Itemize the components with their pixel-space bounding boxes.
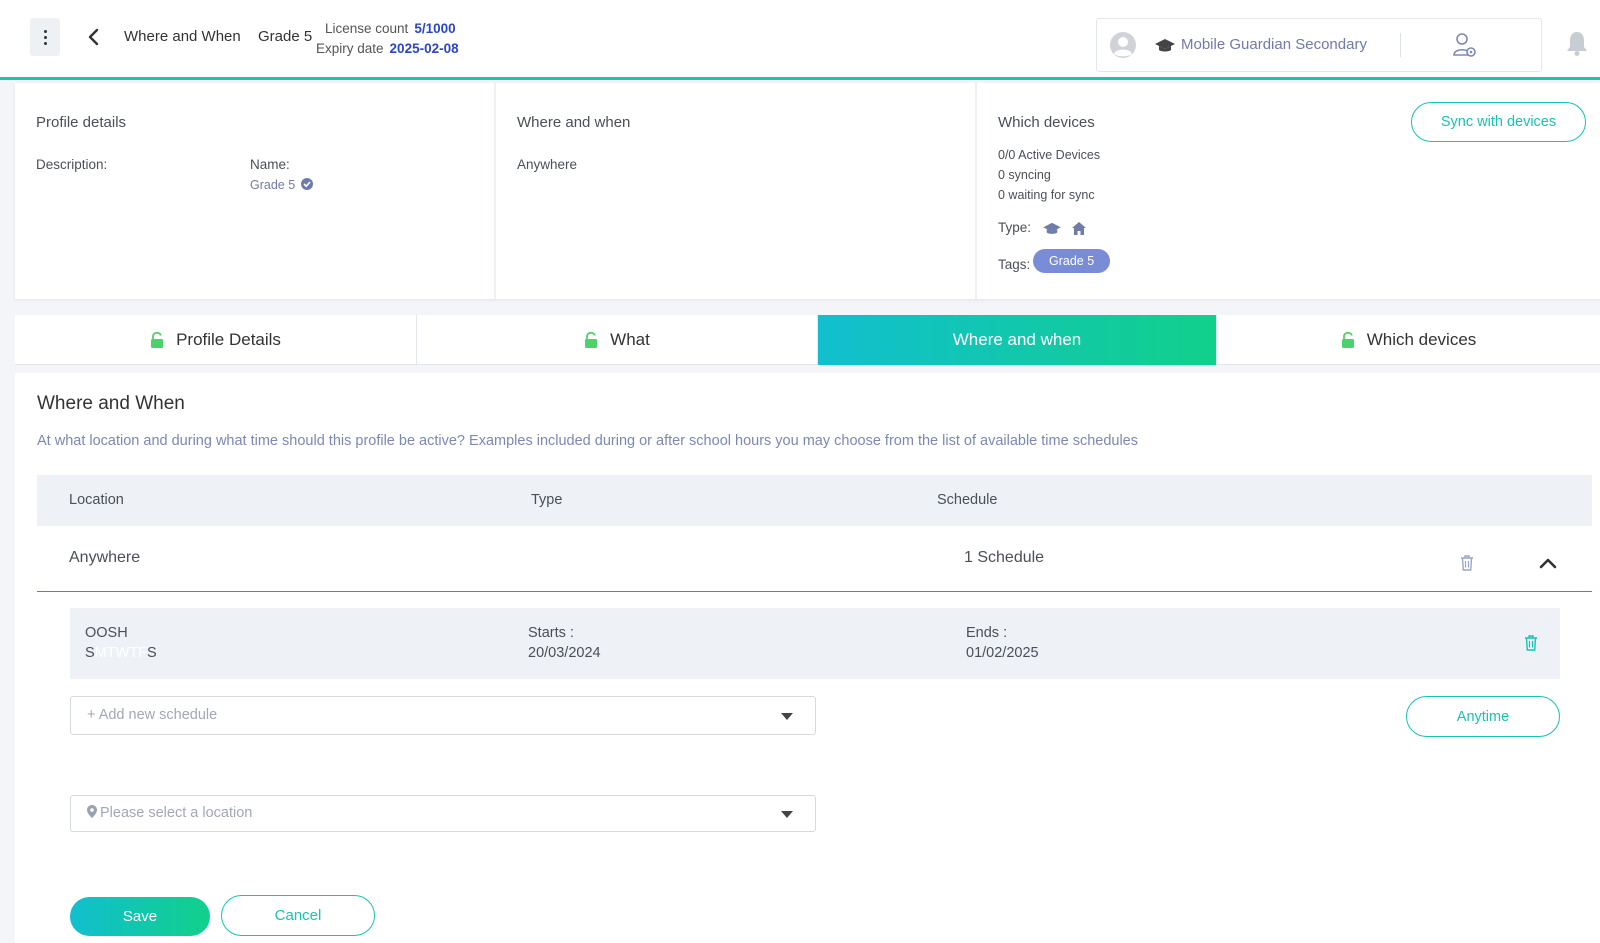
tab-label: Profile Details xyxy=(176,330,281,349)
divider xyxy=(1400,33,1401,57)
column-location: Location xyxy=(69,492,124,508)
chevron-up-icon[interactable] xyxy=(1539,557,1557,569)
profile-name-value: Grade 5 xyxy=(250,178,296,192)
graduation-cap-icon xyxy=(1155,39,1175,52)
cancel-button[interactable]: Cancel xyxy=(221,895,375,936)
starts-label: Starts : xyxy=(528,625,574,641)
breadcrumb-page: Where and When xyxy=(124,28,241,45)
expiry-label: Expiry date xyxy=(316,41,384,56)
name-value-wrap: Grade 5 xyxy=(250,178,313,192)
license-count-label: License count xyxy=(325,21,409,36)
license-info: License count 5/1000 Expiry date 2025-02-0… xyxy=(316,19,459,59)
profile-summary: Profile details Description: Name: Grade… xyxy=(15,83,1600,299)
trash-icon[interactable] xyxy=(1460,555,1474,571)
tab-label: Where and when xyxy=(952,330,1082,349)
school-selector[interactable]: Mobile Guardian Secondary xyxy=(1096,18,1542,72)
row-location: Anywhere xyxy=(69,549,141,566)
license-count-value: 5/1000 xyxy=(414,21,456,36)
day-wednesday: W xyxy=(115,645,130,661)
school-name: Mobile Guardian Secondary xyxy=(1181,36,1367,53)
row-schedule-count: 1 Schedule xyxy=(964,549,1045,566)
bell-icon[interactable] xyxy=(1566,30,1588,56)
day-friday: F xyxy=(138,645,148,661)
tab-which-devices[interactable]: Which devices xyxy=(1216,315,1600,365)
trash-icon[interactable] xyxy=(1524,635,1538,651)
name-label: Name: xyxy=(250,157,290,172)
tags-label: Tags: xyxy=(998,257,1031,272)
unlock-icon xyxy=(151,332,164,348)
add-schedule-placeholder: + Add new schedule xyxy=(87,707,218,723)
graduation-cap-icon xyxy=(1043,222,1061,234)
chevron-left-icon[interactable] xyxy=(84,26,104,48)
where-and-when-panel: Where and When At what location and duri… xyxy=(15,373,1600,943)
profile-details-title: Profile details xyxy=(36,114,127,131)
ends-value: 01/02/2025 xyxy=(966,645,1039,661)
panel-title: Where and When xyxy=(37,393,185,414)
which-devices-title: Which devices xyxy=(998,114,1095,131)
syncing-count: 0 syncing xyxy=(998,168,1051,182)
kebab-icon xyxy=(43,28,47,46)
schedule-name: OOSH xyxy=(85,625,128,641)
home-icon xyxy=(1072,222,1086,235)
caret-down-icon xyxy=(781,713,793,720)
day-tuesday: T xyxy=(106,645,116,661)
unlock-icon xyxy=(1341,332,1354,348)
anytime-button[interactable]: Anytime xyxy=(1406,696,1560,737)
tab-label: What xyxy=(610,330,650,349)
tab-profile-details[interactable]: Profile Details xyxy=(15,315,416,365)
user-settings-icon[interactable] xyxy=(1453,32,1477,58)
breadcrumb-profile: Grade 5 xyxy=(258,28,313,45)
which-devices-card: Which devices Sync with devices 0/0 Acti… xyxy=(975,83,1600,299)
table-row[interactable]: Anywhere 1 Schedule xyxy=(37,526,1592,592)
caret-down-icon xyxy=(781,811,793,818)
where-when-title: Where and when xyxy=(517,114,631,131)
panel-description: At what location and during what time sh… xyxy=(37,433,1138,449)
day-thursday: T xyxy=(129,645,139,661)
profile-tabs: Profile Details What Where and when Whic… xyxy=(15,315,1600,365)
location-placeholder-wrap: Please select a location xyxy=(87,805,252,821)
schedule-end-block: Ends : 01/02/2025 xyxy=(966,623,1039,663)
starts-value: 20/03/2024 xyxy=(528,645,601,661)
tab-what[interactable]: What xyxy=(416,315,817,365)
unlock-icon xyxy=(585,332,598,348)
active-devices: 0/0 Active Devices xyxy=(998,148,1101,162)
map-pin-icon xyxy=(87,805,97,818)
location-placeholder: Please select a location xyxy=(100,805,253,821)
schedule-item: OOSH SMTWTFS Starts : 20/03/2024 Ends : … xyxy=(70,608,1560,679)
schedule-start-block: Starts : 20/03/2024 xyxy=(528,623,601,663)
tab-label: Which devices xyxy=(1366,330,1477,349)
expiry-value: 2025-02-08 xyxy=(389,41,459,56)
save-button[interactable]: Save xyxy=(70,897,210,936)
menu-kebab-button[interactable] xyxy=(30,18,60,56)
column-schedule: Schedule xyxy=(937,492,998,508)
where-value: Anywhere xyxy=(517,157,578,172)
profile-details-card: Profile details Description: Name: Grade… xyxy=(15,83,494,299)
day-saturday: S xyxy=(147,645,157,661)
add-schedule-select[interactable]: + Add new schedule xyxy=(70,696,816,735)
sync-with-devices-button[interactable]: Sync with devices xyxy=(1411,102,1586,142)
check-circle-icon xyxy=(300,178,313,190)
type-label: Type: xyxy=(998,220,1032,235)
ends-label: Ends : xyxy=(966,625,1008,641)
description-label: Description: xyxy=(36,157,108,172)
waiting-count: 0 waiting for sync xyxy=(998,188,1095,202)
where-when-card: Where and when Anywhere xyxy=(494,83,975,299)
schedule-name-block: OOSH SMTWTFS xyxy=(85,623,157,663)
table-header: Location Type Schedule xyxy=(37,475,1592,526)
top-bar: Where and When Grade 5 License count 5/10… xyxy=(0,0,1600,80)
schedule-days: SMTWTFS xyxy=(85,643,157,663)
tab-where-and-when[interactable]: Where and when xyxy=(817,315,1216,365)
avatar-icon[interactable] xyxy=(1109,31,1137,59)
column-type: Type xyxy=(531,492,563,508)
tag-chip: Grade 5 xyxy=(1033,249,1111,273)
location-select[interactable]: Please select a location xyxy=(70,795,816,832)
day-sunday: S xyxy=(85,645,95,661)
day-monday: M xyxy=(94,645,107,661)
